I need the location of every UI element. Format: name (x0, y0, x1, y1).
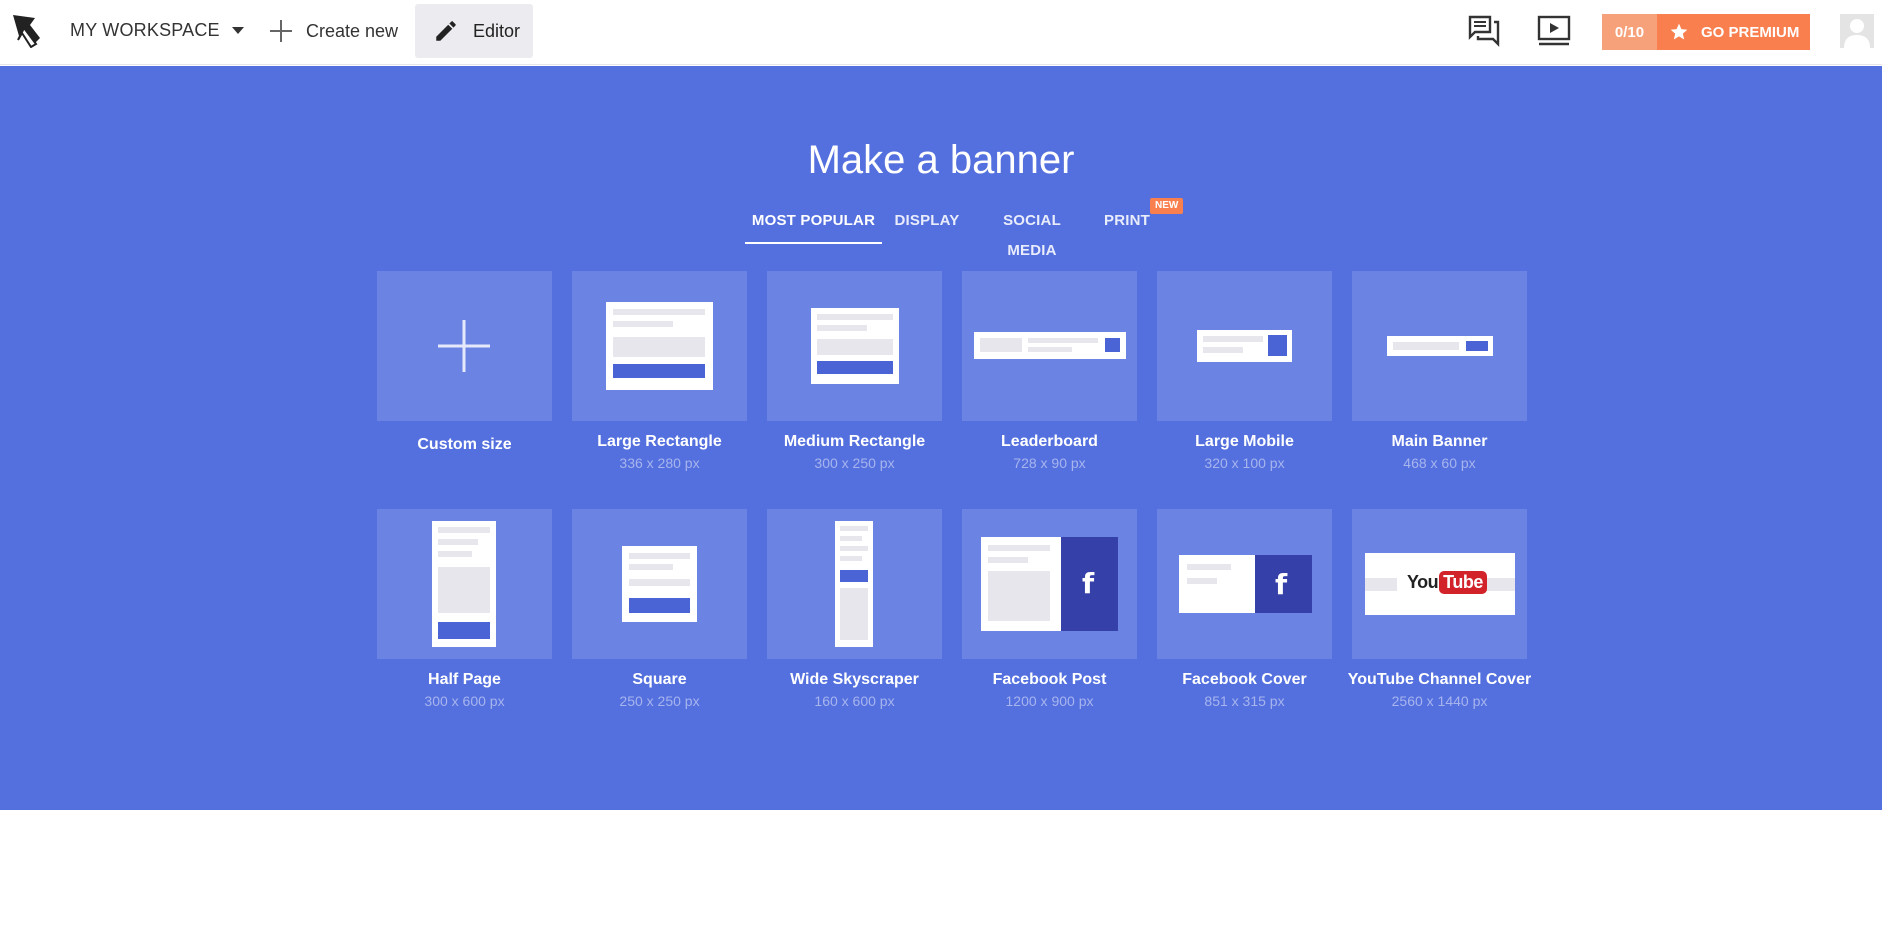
template-thumbnail: f (962, 509, 1137, 659)
facebook-f-icon: f (1082, 567, 1095, 600)
template-size: 300 x 250 px (814, 455, 895, 471)
template-thumbnail (767, 271, 942, 421)
template-thumbnail (572, 509, 747, 659)
template-name: Facebook Cover (1182, 671, 1307, 688)
page-title: Make a banner (807, 138, 1075, 182)
template-name: Main Banner (1391, 433, 1488, 450)
pencil-icon (436, 21, 456, 41)
template-size: 728 x 90 px (1013, 455, 1086, 471)
premium-count: 0/10 (1602, 14, 1657, 50)
chat-icon[interactable] (1466, 14, 1502, 48)
avatar-icon[interactable] (1840, 14, 1874, 48)
plus-icon (270, 20, 292, 42)
template-name: Large Mobile (1195, 433, 1294, 450)
star-icon (1670, 23, 1688, 40)
template-name: YouTube Channel Cover (1347, 671, 1532, 688)
template-thumbnail: You Tube (1352, 509, 1527, 659)
template-card-medium-rectangle[interactable]: Medium Rectangle 300 x 250 px (767, 271, 942, 509)
template-thumbnail (377, 271, 552, 421)
top-bar: MY WORKSPACE Create new Editor 0/10 GO P… (0, 0, 1882, 65)
template-thumbnail (1352, 271, 1527, 421)
cursor-logo-icon[interactable] (10, 12, 44, 48)
template-thumbnail (767, 509, 942, 659)
template-size: 300 x 600 px (424, 693, 505, 709)
tab-most-popular[interactable]: MOST POPULAR (745, 206, 882, 244)
template-name: Large Rectangle (597, 433, 722, 450)
template-name: Wide Skyscraper (790, 671, 919, 688)
template-thumbnail: f (1157, 509, 1332, 659)
template-size: 336 x 280 px (619, 455, 700, 471)
template-size: 160 x 600 px (814, 693, 895, 709)
banner-hero: Make a banner MOST POPULAR DISPLAY SOCIA… (0, 66, 1882, 810)
editor-button[interactable]: Editor (415, 4, 533, 58)
template-card-youtube-channel-cover[interactable]: You Tube YouTube Channel Cover 2560 x 144… (1348, 509, 1531, 747)
template-card-wide-skyscraper[interactable]: Wide Skyscraper 160 x 600 px (767, 509, 942, 747)
workspace-menu[interactable]: MY WORKSPACE (70, 20, 220, 41)
template-card-large-rectangle[interactable]: Large Rectangle 336 x 280 px (572, 271, 747, 509)
template-card-facebook-cover[interactable]: f Facebook Cover 851 x 315 px (1157, 509, 1332, 747)
facebook-f-icon: f (1275, 568, 1288, 601)
template-card-square[interactable]: Square 250 x 250 px (572, 509, 747, 747)
template-size: 2560 x 1440 px (1391, 693, 1488, 709)
template-size: 1200 x 900 px (1005, 693, 1094, 709)
plus-icon (438, 320, 490, 372)
template-name: Leaderboard (1001, 433, 1098, 450)
template-thumbnail (572, 271, 747, 421)
play-video-icon[interactable] (1536, 14, 1572, 48)
template-card-facebook-post[interactable]: f Facebook Post 1200 x 900 px (962, 509, 1137, 747)
template-card-leaderboard[interactable]: Leaderboard 728 x 90 px (962, 271, 1137, 509)
template-size: 851 x 315 px (1204, 693, 1285, 709)
template-name: Facebook Post (992, 671, 1107, 688)
template-thumbnail (1157, 271, 1332, 421)
template-card-custom-size[interactable]: Custom size (377, 271, 552, 509)
template-card-half-page[interactable]: Half Page 300 x 600 px (377, 509, 552, 747)
tab-print[interactable]: PRINT (1102, 206, 1152, 244)
template-name: Half Page (428, 671, 501, 688)
template-card-main-banner[interactable]: Main Banner 468 x 60 px (1352, 271, 1527, 509)
template-size: 468 x 60 px (1403, 455, 1476, 471)
template-name: Custom size (417, 436, 512, 453)
premium-label: GO PREMIUM (1701, 23, 1800, 41)
new-badge: NEW (1150, 198, 1184, 214)
tab-display[interactable]: DISPLAY (893, 206, 961, 244)
template-card-large-mobile[interactable]: Large Mobile 320 x 100 px (1157, 271, 1332, 509)
go-premium-button[interactable]: 0/10 GO PREMIUM (1602, 14, 1810, 50)
create-new-button[interactable]: Create new (270, 14, 398, 48)
template-thumbnail (962, 271, 1137, 421)
template-thumbnail (377, 509, 552, 659)
youtube-logo-icon: You Tube (1407, 571, 1487, 594)
template-size: 320 x 100 px (1204, 455, 1285, 471)
user-silhouette-icon (1844, 19, 1870, 48)
template-name: Square (632, 671, 687, 688)
template-size: 250 x 250 px (619, 693, 700, 709)
editor-label: Editor (473, 20, 521, 41)
tab-social-media[interactable]: SOCIAL MEDIA (977, 206, 1087, 259)
template-name: Medium Rectangle (783, 433, 926, 450)
chevron-down-icon[interactable] (232, 27, 244, 34)
create-new-label: Create new (306, 20, 399, 41)
